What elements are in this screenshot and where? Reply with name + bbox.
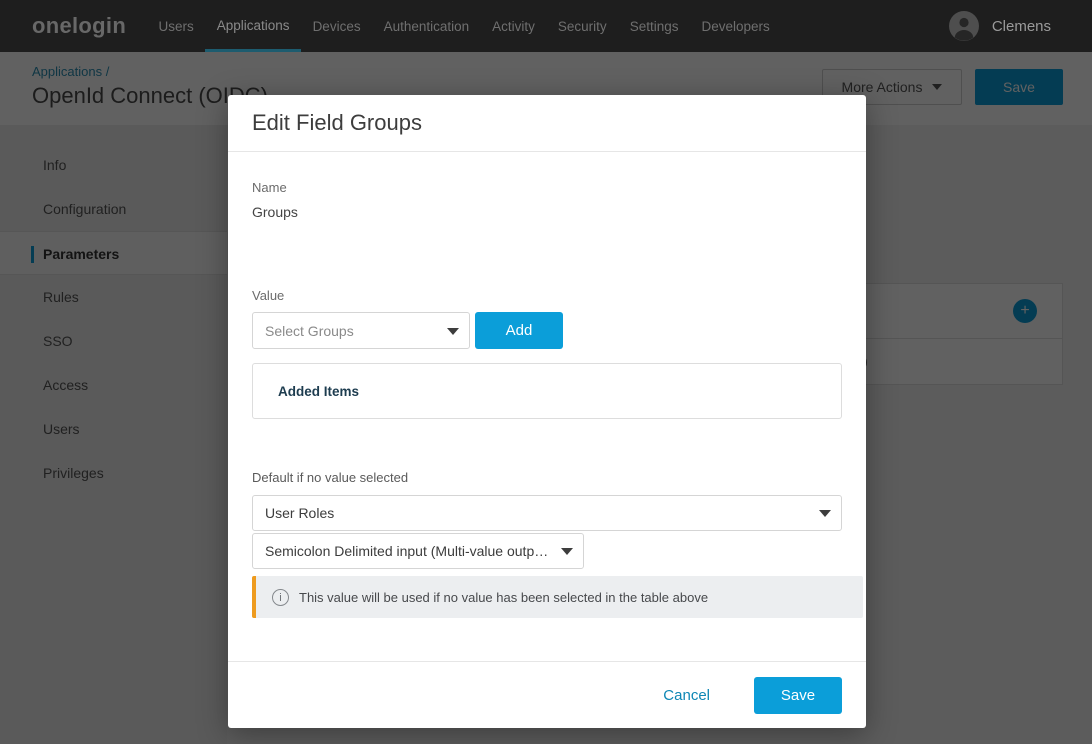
default-value-select[interactable]: User Roles [252, 495, 842, 531]
cancel-button[interactable]: Cancel [657, 686, 716, 705]
value-select[interactable]: Select Groups [252, 312, 470, 349]
default-value: User Roles [265, 505, 334, 521]
nav-item-devices[interactable]: Devices [301, 0, 372, 52]
user-name: Clemens [992, 18, 1051, 35]
default-label: Default if no value selected [252, 470, 408, 485]
info-text: This value will be used if no value has … [299, 590, 708, 605]
modal-header: Edit Field Groups [228, 95, 866, 152]
nav-item-security[interactable]: Security [546, 0, 618, 52]
info-message: i This value will be used if no value ha… [252, 576, 863, 618]
top-nav: onelogin Users Applications Devices Auth… [0, 0, 1092, 52]
name-value[interactable]: Groups [252, 204, 298, 220]
screen: Applications / OpenId Connect (OIDC) Mor… [0, 0, 1092, 744]
value-label: Value [252, 288, 284, 303]
nav-menu: Users Applications Devices Authenticatio… [147, 0, 781, 52]
nav-item-settings[interactable]: Settings [618, 0, 690, 52]
added-items-box: Added Items [252, 363, 842, 419]
name-label: Name [252, 180, 287, 195]
format-value: Semicolon Delimited input (Multi-value o… [265, 543, 548, 559]
value-select-placeholder: Select Groups [265, 323, 354, 339]
nav-item-applications[interactable]: Applications [205, 0, 301, 52]
nav-item-users[interactable]: Users [147, 0, 205, 52]
added-items-label: Added Items [278, 384, 359, 399]
save-button[interactable]: Save [754, 677, 842, 714]
avatar [949, 11, 979, 41]
nav-item-developers[interactable]: Developers [690, 0, 781, 52]
nav-item-authentication[interactable]: Authentication [372, 0, 481, 52]
modal-title: Edit Field Groups [252, 110, 422, 136]
edit-field-modal: Edit Field Groups Name Groups Value Sele… [228, 95, 866, 728]
chevron-down-icon [447, 328, 459, 335]
modal-footer: Cancel Save [228, 661, 866, 728]
add-button-label: Add [506, 322, 533, 339]
save-button-label: Save [781, 687, 815, 704]
chevron-down-icon [819, 510, 831, 517]
user-menu[interactable]: Clemens [949, 0, 1051, 52]
chevron-down-icon [561, 548, 573, 555]
info-icon: i [272, 589, 289, 606]
format-select[interactable]: Semicolon Delimited input (Multi-value o… [252, 533, 584, 569]
add-button[interactable]: Add [475, 312, 563, 349]
nav-item-activity[interactable]: Activity [481, 0, 547, 52]
onelogin-logo[interactable]: onelogin [32, 0, 126, 52]
